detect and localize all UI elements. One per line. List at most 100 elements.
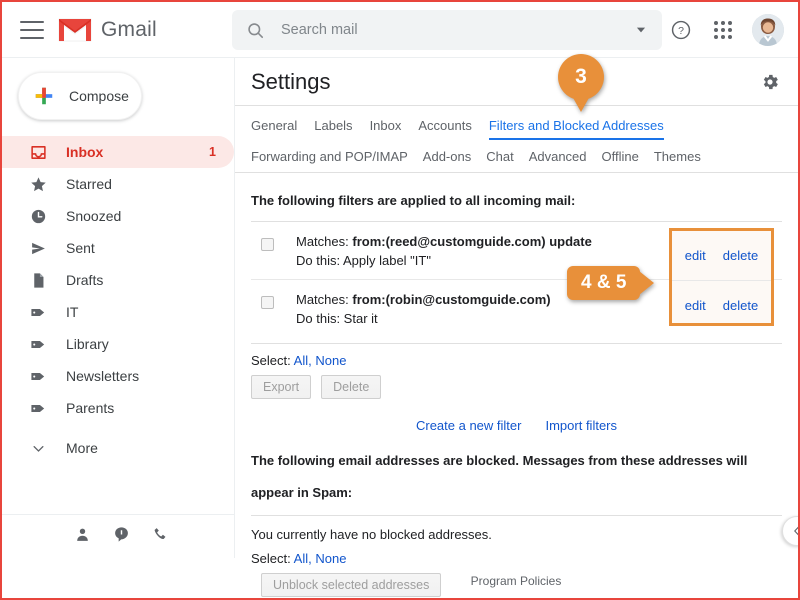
tab-advanced[interactable]: Advanced: [529, 149, 587, 164]
delete-filter-link[interactable]: delete: [723, 298, 758, 313]
filters-button-row: Export Delete: [251, 375, 782, 399]
phone-icon[interactable]: [152, 526, 169, 548]
sidebar-item-label: Inbox: [66, 144, 104, 160]
chevron-down-icon: [28, 441, 48, 456]
label-tag-icon: [28, 400, 48, 417]
filter-matches-prefix: Matches:: [296, 292, 353, 307]
sidebar-item-inbox[interactable]: Inbox 1: [2, 136, 234, 168]
search-input[interactable]: [281, 22, 634, 38]
tab-filters-and-blocked-addresses[interactable]: Filters and Blocked Addresses: [488, 118, 664, 140]
top-bar: Gmail ?: [2, 2, 798, 58]
filter-actions-highlight-box: edit delete edit delete: [669, 228, 774, 326]
person-icon[interactable]: [74, 526, 91, 548]
callout-step-4-and-5: 4 & 5: [567, 266, 641, 300]
tab-add-ons[interactable]: Add-ons: [423, 149, 471, 164]
clock-icon: [28, 208, 48, 225]
hamburger-menu-icon[interactable]: [20, 20, 44, 39]
star-icon: [28, 176, 48, 193]
avatar[interactable]: [752, 14, 784, 46]
filter-action: Do this: Apply label "IT": [296, 253, 431, 268]
sidebar-item-more[interactable]: More: [2, 432, 234, 464]
apps-grid-icon: [714, 21, 732, 39]
sidebar-item-library[interactable]: Library: [2, 328, 234, 360]
edit-filter-link[interactable]: edit: [685, 298, 706, 313]
sidebar-item-label: Snoozed: [66, 208, 122, 224]
svg-text:?: ?: [678, 25, 684, 37]
tab-labels[interactable]: Labels: [314, 118, 352, 140]
search-options-chevron-down-icon[interactable]: [634, 23, 648, 37]
sidebar-item-newsletters[interactable]: Newsletters: [2, 360, 234, 392]
select-all-link[interactable]: All,: [294, 353, 312, 368]
divider: [251, 515, 782, 516]
avatar-photo: [752, 14, 784, 46]
sidebar-item-drafts[interactable]: Drafts: [2, 264, 234, 296]
top-bar-actions: ?: [662, 2, 786, 58]
select-all-link[interactable]: All,: [294, 551, 312, 566]
filters-center-links: Create a new filter Import filters: [251, 418, 782, 433]
tab-offline[interactable]: Offline: [602, 149, 639, 164]
filter-actions-row: edit delete: [672, 231, 771, 280]
edit-filter-link[interactable]: edit: [685, 248, 706, 263]
help-circle-icon: ?: [671, 20, 691, 40]
label-tag-icon: [28, 336, 48, 353]
program-policies-link[interactable]: Program Policies: [234, 574, 798, 588]
brand-name: Gmail: [101, 17, 157, 41]
filter-description: Matches: from:(robin@customguide.com) Do…: [296, 290, 551, 328]
gmail-logo-icon: [58, 18, 92, 41]
tab-accounts[interactable]: Accounts: [418, 118, 471, 140]
settings-gear-button[interactable]: [758, 70, 782, 94]
tab-themes[interactable]: Themes: [654, 149, 701, 164]
callout-step-3-label: 3: [575, 65, 587, 88]
settings-tabs: General Labels Inbox Accounts Filters an…: [235, 106, 798, 173]
sidebar-item-snoozed[interactable]: Snoozed: [2, 200, 234, 232]
settings-tabs-row-1: General Labels Inbox Accounts Filters an…: [251, 106, 782, 140]
filter-matches-value: from:(reed@customguide.com) update: [352, 234, 592, 249]
tab-forwarding-and-pop-imap[interactable]: Forwarding and POP/IMAP: [251, 149, 408, 164]
sidebar: Compose Inbox 1 Starred Snoozed Sent Dra…: [2, 58, 234, 558]
settings-content: The following filters are applied to all…: [235, 173, 798, 597]
import-filters-link[interactable]: Import filters: [545, 418, 617, 433]
filter-action: Do this: Star it: [296, 311, 378, 326]
page-title: Settings: [251, 68, 331, 94]
select-none-link[interactable]: None: [315, 551, 346, 566]
send-icon: [28, 240, 48, 257]
help-button[interactable]: ?: [662, 11, 700, 49]
sidebar-item-it[interactable]: IT: [2, 296, 234, 328]
compose-button[interactable]: Compose: [18, 72, 142, 120]
tab-inbox[interactable]: Inbox: [370, 118, 402, 140]
label-tag-icon: [28, 304, 48, 321]
settings-header: Settings: [235, 58, 798, 106]
filters-select-line: Select: All, None: [251, 353, 782, 368]
sidebar-nav-list: Inbox 1 Starred Snoozed Sent Drafts IT L…: [2, 136, 234, 464]
filter-description: Matches: from:(reed@customguide.com) upd…: [296, 232, 592, 270]
filter-checkbox[interactable]: [261, 296, 274, 309]
filter-actions-row: edit delete: [672, 280, 771, 329]
blocked-select-line: Select: All, None: [251, 551, 782, 566]
filters-list: Matches: from:(reed@customguide.com) upd…: [251, 222, 782, 337]
chat-bubble-icon[interactable]: [113, 526, 130, 548]
create-a-new-filter-link[interactable]: Create a new filter: [416, 418, 522, 433]
tab-general[interactable]: General: [251, 118, 297, 140]
tab-chat[interactable]: Chat: [486, 149, 513, 164]
select-none-link[interactable]: None: [315, 353, 346, 368]
gear-icon: [763, 74, 778, 90]
settings-pane: Settings General Labels Inbox Accounts F…: [234, 58, 798, 597]
sidebar-item-label: Newsletters: [66, 368, 140, 384]
delete-filter-link[interactable]: delete: [723, 248, 758, 263]
filter-checkbox[interactable]: [261, 238, 274, 251]
gmail-brand[interactable]: Gmail: [58, 17, 157, 43]
sidebar-item-starred[interactable]: Starred: [2, 168, 234, 200]
delete-button[interactable]: Delete: [321, 375, 382, 399]
sidebar-item-label: More: [66, 440, 98, 456]
callout-step-3: 3: [558, 54, 604, 100]
compose-label: Compose: [69, 88, 129, 104]
search-bar[interactable]: [232, 10, 662, 50]
sidebar-item-sent[interactable]: Sent: [2, 232, 234, 264]
filter-matches-value: from:(robin@customguide.com): [352, 292, 551, 307]
blocked-empty-message: You currently have no blocked addresses.: [251, 527, 492, 542]
sidebar-item-parents[interactable]: Parents: [2, 392, 234, 424]
google-apps-button[interactable]: [704, 11, 742, 49]
export-button[interactable]: Export: [251, 375, 312, 399]
filter-matches-prefix: Matches:: [296, 234, 353, 249]
sidebar-item-label: IT: [66, 304, 79, 320]
